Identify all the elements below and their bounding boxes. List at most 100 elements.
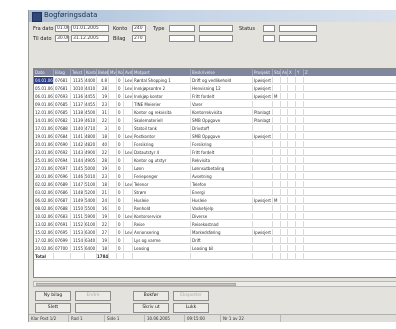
column-header[interactable]: Y [296,69,304,76]
status-field-2[interactable] [263,35,275,42]
column-header[interactable]: Prosjekt [253,69,273,76]
new-button[interactable]: Ny bilag [35,291,71,301]
table-cell [296,133,304,140]
table-row[interactable]: 14.01.06 07682 1139 4610 22 0 Skolemateriell SM… [34,117,396,124]
table-cell [253,221,273,228]
table-row[interactable]: 20.01.06 07690 1142 4820 40 0 Forsikring Forsik… [34,141,396,148]
column-header[interactable]: Status [273,69,281,76]
close-button[interactable]: Lukk [173,303,209,313]
table-cell: Lev [125,229,133,236]
table-row[interactable]: 05.01.06 07681 1010 4410 28 0 Lev Innkjøpsordre… [34,85,396,92]
table-row[interactable]: 23.01.06 07692 1143 4900 22 0 Lev Datautstyr 4F… [34,149,396,156]
table-cell [288,77,296,84]
table-cell [124,189,133,196]
title-bar[interactable]: Bogføringsdata [29,10,396,22]
table-cell [304,197,396,204]
ledger-table[interactable]: DatoBilagTekstKontoBeløbMvaKodeAvdMotpar… [33,68,396,278]
table-row[interactable]: 25.01.06 07694 1144 4905 28 0 Kontor og utstyr… [34,157,396,164]
table-cell [273,213,281,220]
column-header[interactable]: Bilag [54,69,71,76]
table-cell: 19 [97,237,109,244]
table-cell: 14.01.06 [35,117,54,124]
column-header[interactable]: Dato [34,69,54,76]
delete-button[interactable]: Slett [35,303,71,313]
table-row[interactable]: 19.01.06 07684 1141 4800 18 0 Lev Postkontor SMB… [34,133,396,140]
column-header[interactable]: Tekst [71,69,85,76]
table-cell [281,109,288,116]
table-cell: Forsikring [191,141,253,148]
table-row[interactable]: 04.01.06 07681 1135 4400 4.8 0 Lev Rørdal Shopp… [34,77,396,84]
table-row[interactable]: 10.02.06 07683 1151 5900 19 0 Lev Kontorservice… [34,213,396,220]
table-cell [304,93,396,100]
table-row[interactable]: 02.02.06 07689 1147 5100 18 0 Lev Telenor Telefo… [34,181,396,188]
table-row[interactable]: 17.02.06 07699 1154 6340 19 0 Lys og varme Drif… [34,237,396,244]
status-desc-field[interactable] [279,25,317,32]
table-row[interactable]: 06.01.06 07693 1136 4455 19 0 Lev Innkjøp konto… [34,93,396,100]
table-cell [124,125,133,132]
table-row[interactable]: 06.02.06 07687 1149 5400 24 0 Husleie Husleie Ip… [34,197,396,204]
column-header[interactable]: Kode [117,69,124,76]
table-row[interactable]: 30.01.06 07696 1146 5010 23 0 Feriepenger Avset… [34,173,396,180]
column-header[interactable]: Beløb [97,69,109,76]
table-cell: Energi [191,189,253,196]
table-cell: Ipwisjert [253,197,273,204]
status-field[interactable] [263,25,275,32]
from-date-year-field[interactable]: 01.01.2005 [71,25,109,32]
column-header[interactable]: Konto [85,69,97,76]
search-field-2[interactable] [199,35,233,42]
type-field-2[interactable] [169,35,195,42]
column-header[interactable]: Z [304,69,396,76]
table-cell: Leasing bil [191,245,253,252]
table-cell: Kontor og rekvisita [133,109,191,116]
scrollbar-thumb[interactable] [36,283,236,286]
table-cell: 4905 [85,157,97,164]
table-cell: 17.02.06 [35,237,54,244]
table-cell: 07690 [54,141,71,148]
column-header[interactable]: Mva [109,69,117,76]
column-header[interactable]: Avd [124,69,133,76]
type-field[interactable] [169,25,195,32]
table-row[interactable]: 03.02.06 07686 1148 5200 21 0 Strøm Energi [34,189,396,196]
search-field[interactable] [199,25,233,32]
total-row[interactable]: Total 1784 [34,253,396,260]
horizontal-scrollbar[interactable] [33,281,396,287]
column-header[interactable]: Beskrivelse [191,69,253,76]
table-row[interactable]: 12.01.06 07685 1138 4500 31 0 Kontor og rekvis… [34,109,396,116]
from-date-field[interactable]: 01.06 [55,25,69,32]
table-row[interactable]: 08.02.06 07688 1150 5500 16 0 Renhold Vaskehjel… [34,205,396,212]
table-cell [288,205,296,212]
table-row[interactable]: 20.02.06 07700 1155 6400 18 0 Leasing Leasing b… [34,245,396,252]
table-cell: 07681 [54,77,71,84]
table-cell: Innkjøpsordre 2 [133,85,191,92]
export-button[interactable]: Eksporter [173,291,209,301]
table-cell [124,173,133,180]
konto-field[interactable]: 240 [132,25,146,32]
to-date-year-field[interactable]: 31.12.2005 [71,35,109,42]
post-button[interactable]: Bokfør [133,291,169,301]
table-cell [281,189,288,196]
table-row[interactable]: 27.01.06 07697 1145 5000 19 0 Lønn Lønnsutbetal… [34,165,396,172]
print-button[interactable]: Skriv ut [133,303,169,313]
table-row[interactable]: 13.02.06 07691 1152 6100 22 0 Reise Reisekostna… [34,221,396,228]
column-header[interactable]: X [288,69,296,76]
table-cell: 6400 [85,245,97,252]
to-date-field[interactable]: 30.06 [55,35,69,42]
column-header[interactable]: Motpart [133,69,191,76]
column-header[interactable]: Ant [281,69,288,76]
table-cell [124,141,133,148]
bilag-field[interactable]: 270 [132,35,146,42]
table-row[interactable]: 17.01.06 07688 1140 4710 3 0 Statoil tank Drivs… [34,125,396,132]
cancel-button[interactable] [75,303,111,313]
table-cell [273,77,281,84]
table-cell: Renhold [133,205,191,212]
status-desc-field-2[interactable] [279,35,317,42]
table-row[interactable]: 09.01.06 07685 1137 4455 23 0 TINE Meierier Var… [34,101,396,108]
table-cell [296,77,304,84]
status-field: Klar Post 1/2 [29,315,69,322]
table-row[interactable]: 15.02.06 07695 1153 6300 27 0 Lev Annonsering Ma… [34,229,396,236]
edit-button[interactable]: Endre [75,291,111,301]
table-cell [288,181,296,188]
table-header: DatoBilagTekstKontoBeløbMvaKodeAvdMotpar… [34,69,396,76]
table-cell [109,157,117,164]
table-cell: Innkjøp kontor [133,93,191,100]
